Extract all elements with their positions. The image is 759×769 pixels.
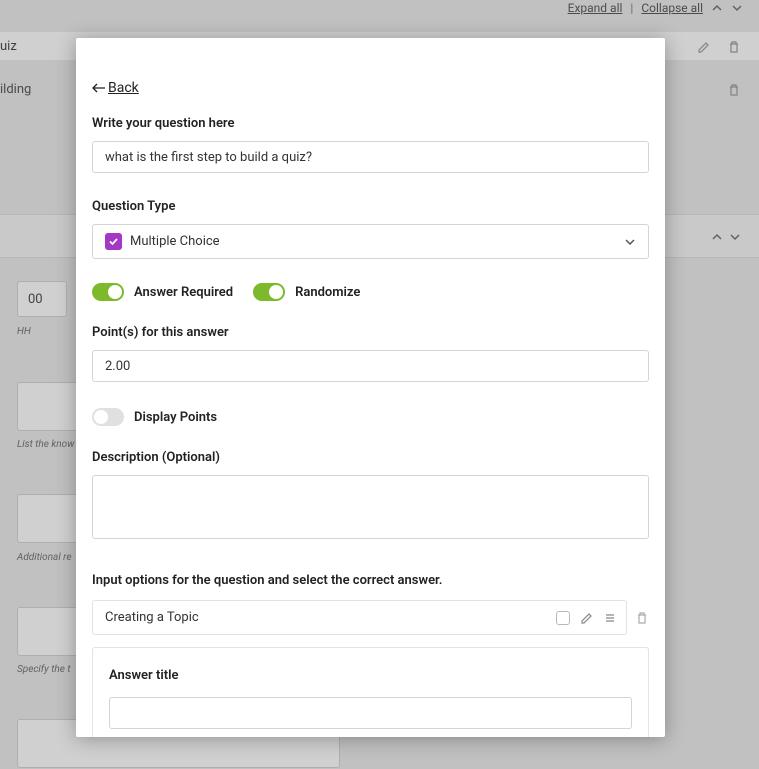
question-input[interactable] (92, 141, 649, 173)
drag-handle-icon[interactable] (604, 612, 616, 624)
back-text: Back (108, 80, 139, 96)
correct-answer-checkbox[interactable] (556, 611, 570, 625)
points-label: Point(s) for this answer (92, 325, 649, 340)
question-label: Write your question here (92, 116, 649, 131)
back-link[interactable]: Back (92, 80, 139, 96)
type-value: Multiple Choice (130, 234, 220, 249)
multiple-choice-icon (105, 233, 122, 250)
display-points-label: Display Points (134, 410, 217, 425)
answer-title-label: Answer title (109, 668, 632, 683)
options-label: Input options for the question and selec… (92, 573, 649, 588)
answer-title-input[interactable] (109, 697, 632, 729)
description-input[interactable] (92, 475, 649, 539)
option-title: Creating a Topic (105, 610, 546, 625)
option-row: Creating a Topic (92, 600, 627, 635)
arrow-left-icon (92, 83, 106, 93)
edit-icon[interactable] (580, 611, 594, 625)
randomize-label: Randomize (295, 285, 360, 300)
answer-required-toggle[interactable] (92, 283, 124, 301)
randomize-toggle[interactable] (253, 283, 285, 301)
display-points-toggle[interactable] (92, 408, 124, 426)
answer-details-card: Answer title Upload Image (92, 647, 649, 737)
question-modal: Back Write your question here Question T… (76, 38, 665, 737)
chevron-down-icon (624, 234, 636, 249)
question-type-select[interactable]: Multiple Choice (92, 224, 649, 259)
delete-option-icon[interactable] (635, 610, 649, 626)
answer-required-label: Answer Required (134, 285, 233, 300)
type-label: Question Type (92, 199, 649, 214)
description-label: Description (Optional) (92, 450, 649, 465)
points-input[interactable] (92, 350, 649, 382)
